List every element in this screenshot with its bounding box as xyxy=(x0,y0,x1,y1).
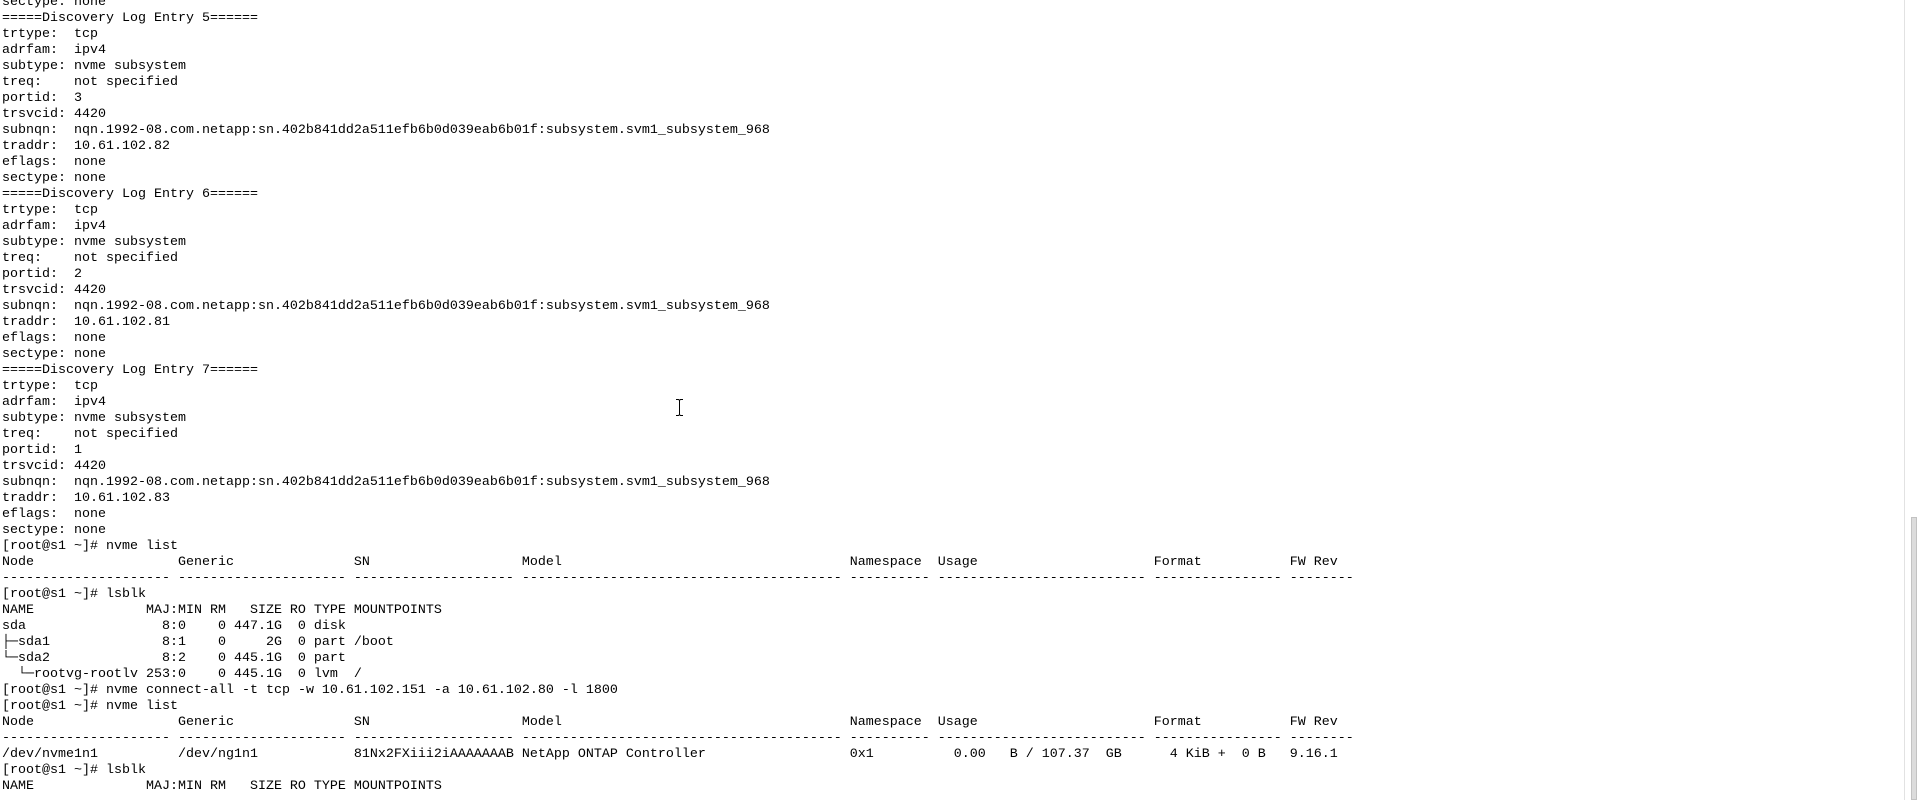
lsblk-row: └─sda2 8:2 0 445.1G 0 part xyxy=(2,651,346,666)
shell-prompt: [root@s1 ~]# xyxy=(2,587,106,602)
nvme-list-row: /dev/nvme1n1 /dev/ng1n1 81Nx2FXiii2iAAAA… xyxy=(2,747,1338,762)
lsblk-row: └─rootvg-rootlv 253:0 0 445.1G 0 lvm / xyxy=(2,667,362,682)
discovery-field-line: subtype: nvme subsystem xyxy=(2,411,186,426)
nvme-list-header-row: Node Generic SN Model Namespace Usage Fo… xyxy=(2,715,1338,730)
command-text: nvme list xyxy=(105,539,178,554)
nvme-list-separator-row: --------------------- ------------------… xyxy=(2,731,1354,746)
discovery-field-line: portid: 1 xyxy=(2,443,82,458)
discovery-field-line: trsvcid: 4420 xyxy=(2,459,106,474)
discovery-field-line: eflags: none xyxy=(2,331,106,346)
discovery-field-line: adrfam: ipv4 xyxy=(2,43,106,58)
nvme-list-separator-row: --------------------- ------------------… xyxy=(2,571,1354,586)
discovery-field-line: sectype: none xyxy=(2,347,106,362)
discovery-entry-header: =====Discovery Log Entry 5====== xyxy=(2,11,258,26)
command-line: [root@s1 ~]# lsblk xyxy=(2,587,1354,603)
discovery-field-line: trtype: tcp xyxy=(2,203,98,218)
discovery-field-line: trsvcid: 4420 xyxy=(2,107,106,122)
terminal-output[interactable]: sectype: none =====Discovery Log Entry 5… xyxy=(0,0,1904,800)
discovery-field-line: treq: not specified xyxy=(2,75,178,90)
discovery-field-line: adrfam: ipv4 xyxy=(2,219,106,234)
discovery-field-line: traddr: 10.61.102.83 xyxy=(2,491,170,506)
discovery-field-line: traddr: 10.61.102.81 xyxy=(2,315,170,330)
lsblk-header-row: NAME MAJ:MIN RM SIZE RO TYPE MOUNTPOINTS xyxy=(2,603,442,618)
command-line: [root@s1 ~]# nvme list xyxy=(2,539,1354,555)
shell-prompt: [root@s1 ~]# xyxy=(2,699,106,714)
nvme-list-header-row: Node Generic SN Model Namespace Usage Fo… xyxy=(2,555,1338,570)
discovery-field-line: eflags: none xyxy=(2,507,106,522)
discovery-field-line: subnqn: nqn.1992-08.com.netapp:sn.402b84… xyxy=(2,299,770,314)
discovery-field-line: subnqn: nqn.1992-08.com.netapp:sn.402b84… xyxy=(2,123,770,138)
discovery-field-line: eflags: none xyxy=(2,155,106,170)
shell-prompt: [root@s1 ~]# xyxy=(2,683,106,698)
discovery-field-line: portid: 2 xyxy=(2,267,82,282)
command-text: lsblk xyxy=(105,587,146,602)
lsblk-row: sda 8:0 0 447.1G 0 disk xyxy=(2,619,346,634)
discovery-field-line: adrfam: ipv4 xyxy=(2,395,106,410)
discovery-field-line: sectype: none xyxy=(2,171,106,186)
discovery-field-line: subtype: nvme subsystem xyxy=(2,59,186,74)
scrollbar-thumb[interactable] xyxy=(1911,517,1917,800)
discovery-entry-header: =====Discovery Log Entry 6====== xyxy=(2,187,258,202)
discovery-entry-header: =====Discovery Log Entry 7====== xyxy=(2,363,258,378)
command-text: nvme list xyxy=(105,699,178,714)
discovery-field-line: subtype: nvme subsystem xyxy=(2,235,186,250)
command-text: lsblk xyxy=(105,763,146,778)
discovery-field-line: subnqn: nqn.1992-08.com.netapp:sn.402b84… xyxy=(2,475,770,490)
lsblk-row: ├─sda1 8:1 0 2G 0 part /boot xyxy=(2,635,394,650)
shell-prompt: [root@s1 ~]# xyxy=(2,539,106,554)
discovery-field-line: trtype: tcp xyxy=(2,379,98,394)
command-line: [root@s1 ~]# nvme list xyxy=(2,699,1354,715)
scrollbar-track[interactable] xyxy=(1904,0,1920,800)
discovery-field-line: treq: not specified xyxy=(2,251,178,266)
lsblk-header-row: NAME MAJ:MIN RM SIZE RO TYPE MOUNTPOINTS xyxy=(2,779,442,794)
command-text: nvme connect-all -t tcp -w 10.61.102.151… xyxy=(105,683,618,698)
discovery-field-line: treq: not specified xyxy=(2,427,178,442)
shell-prompt: [root@s1 ~]# xyxy=(2,763,106,778)
discovery-field-line: traddr: 10.61.102.82 xyxy=(2,139,170,154)
discovery-field-line: sectype: none xyxy=(2,523,106,538)
discovery-field-line: portid: 3 xyxy=(2,91,82,106)
discovery-field-line: sectype: none xyxy=(2,0,106,10)
discovery-field-line: trsvcid: 4420 xyxy=(2,283,106,298)
command-line: [root@s1 ~]# nvme connect-all -t tcp -w … xyxy=(2,683,1354,699)
terminal-scrollback: sectype: none =====Discovery Log Entry 5… xyxy=(2,0,1354,795)
discovery-field-line: trtype: tcp xyxy=(2,27,98,42)
command-line: [root@s1 ~]# lsblk xyxy=(2,763,1354,779)
